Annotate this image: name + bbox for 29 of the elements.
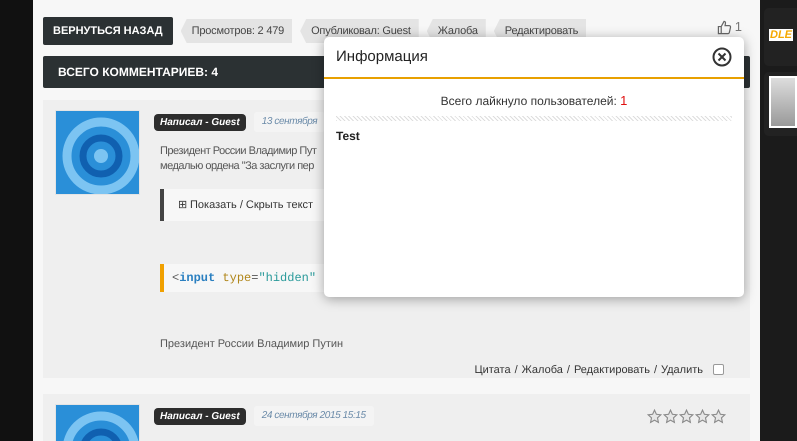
action-link[interactable]: Цитата xyxy=(474,362,511,378)
likes-summary: Всего лайкнуло пользователей: 1 xyxy=(440,92,628,110)
star-icon[interactable] xyxy=(695,408,710,424)
select-checkbox[interactable] xyxy=(713,364,724,376)
action-link[interactable]: Удалить xyxy=(661,362,703,378)
comment-date: 24 сентября 2015 15:15 xyxy=(254,406,374,426)
star-icon[interactable] xyxy=(679,408,694,424)
photo-placeholder xyxy=(769,76,797,128)
star-icon[interactable] xyxy=(647,408,662,424)
action-link[interactable]: Редактировать xyxy=(574,362,650,378)
thumbs-up-icon[interactable] xyxy=(716,20,732,34)
back-button[interactable]: ВЕРНУТЬСЯ НАЗАД xyxy=(43,17,173,45)
separator-text: / xyxy=(566,362,570,378)
close-icon[interactable] xyxy=(712,47,732,67)
author-badge[interactable]: Написал - Guest xyxy=(154,408,246,424)
action-link[interactable]: Жалоба xyxy=(522,362,563,378)
spoiler-toggle[interactable]: ⊞ Показать / Скрыть текст xyxy=(178,196,314,214)
user-link[interactable]: Test xyxy=(336,126,360,144)
comment-text: Президент России Владимир Пут xyxy=(160,144,318,159)
star-icon[interactable] xyxy=(663,408,678,424)
comment-date: 13 сентября xyxy=(254,112,326,132)
separator-text: / xyxy=(654,362,657,378)
meta-tag[interactable]: Просмотров: 2 479 xyxy=(180,19,292,43)
author-badge[interactable]: Написал - Guest xyxy=(154,114,246,130)
like-count: 1 xyxy=(734,18,742,36)
comment-signature: Президент России Владимир Путин xyxy=(160,337,344,352)
separator-text: / xyxy=(514,362,518,378)
comment-text: медалью ордена "За заслуги пер xyxy=(160,159,315,174)
star-icon[interactable] xyxy=(711,408,726,424)
